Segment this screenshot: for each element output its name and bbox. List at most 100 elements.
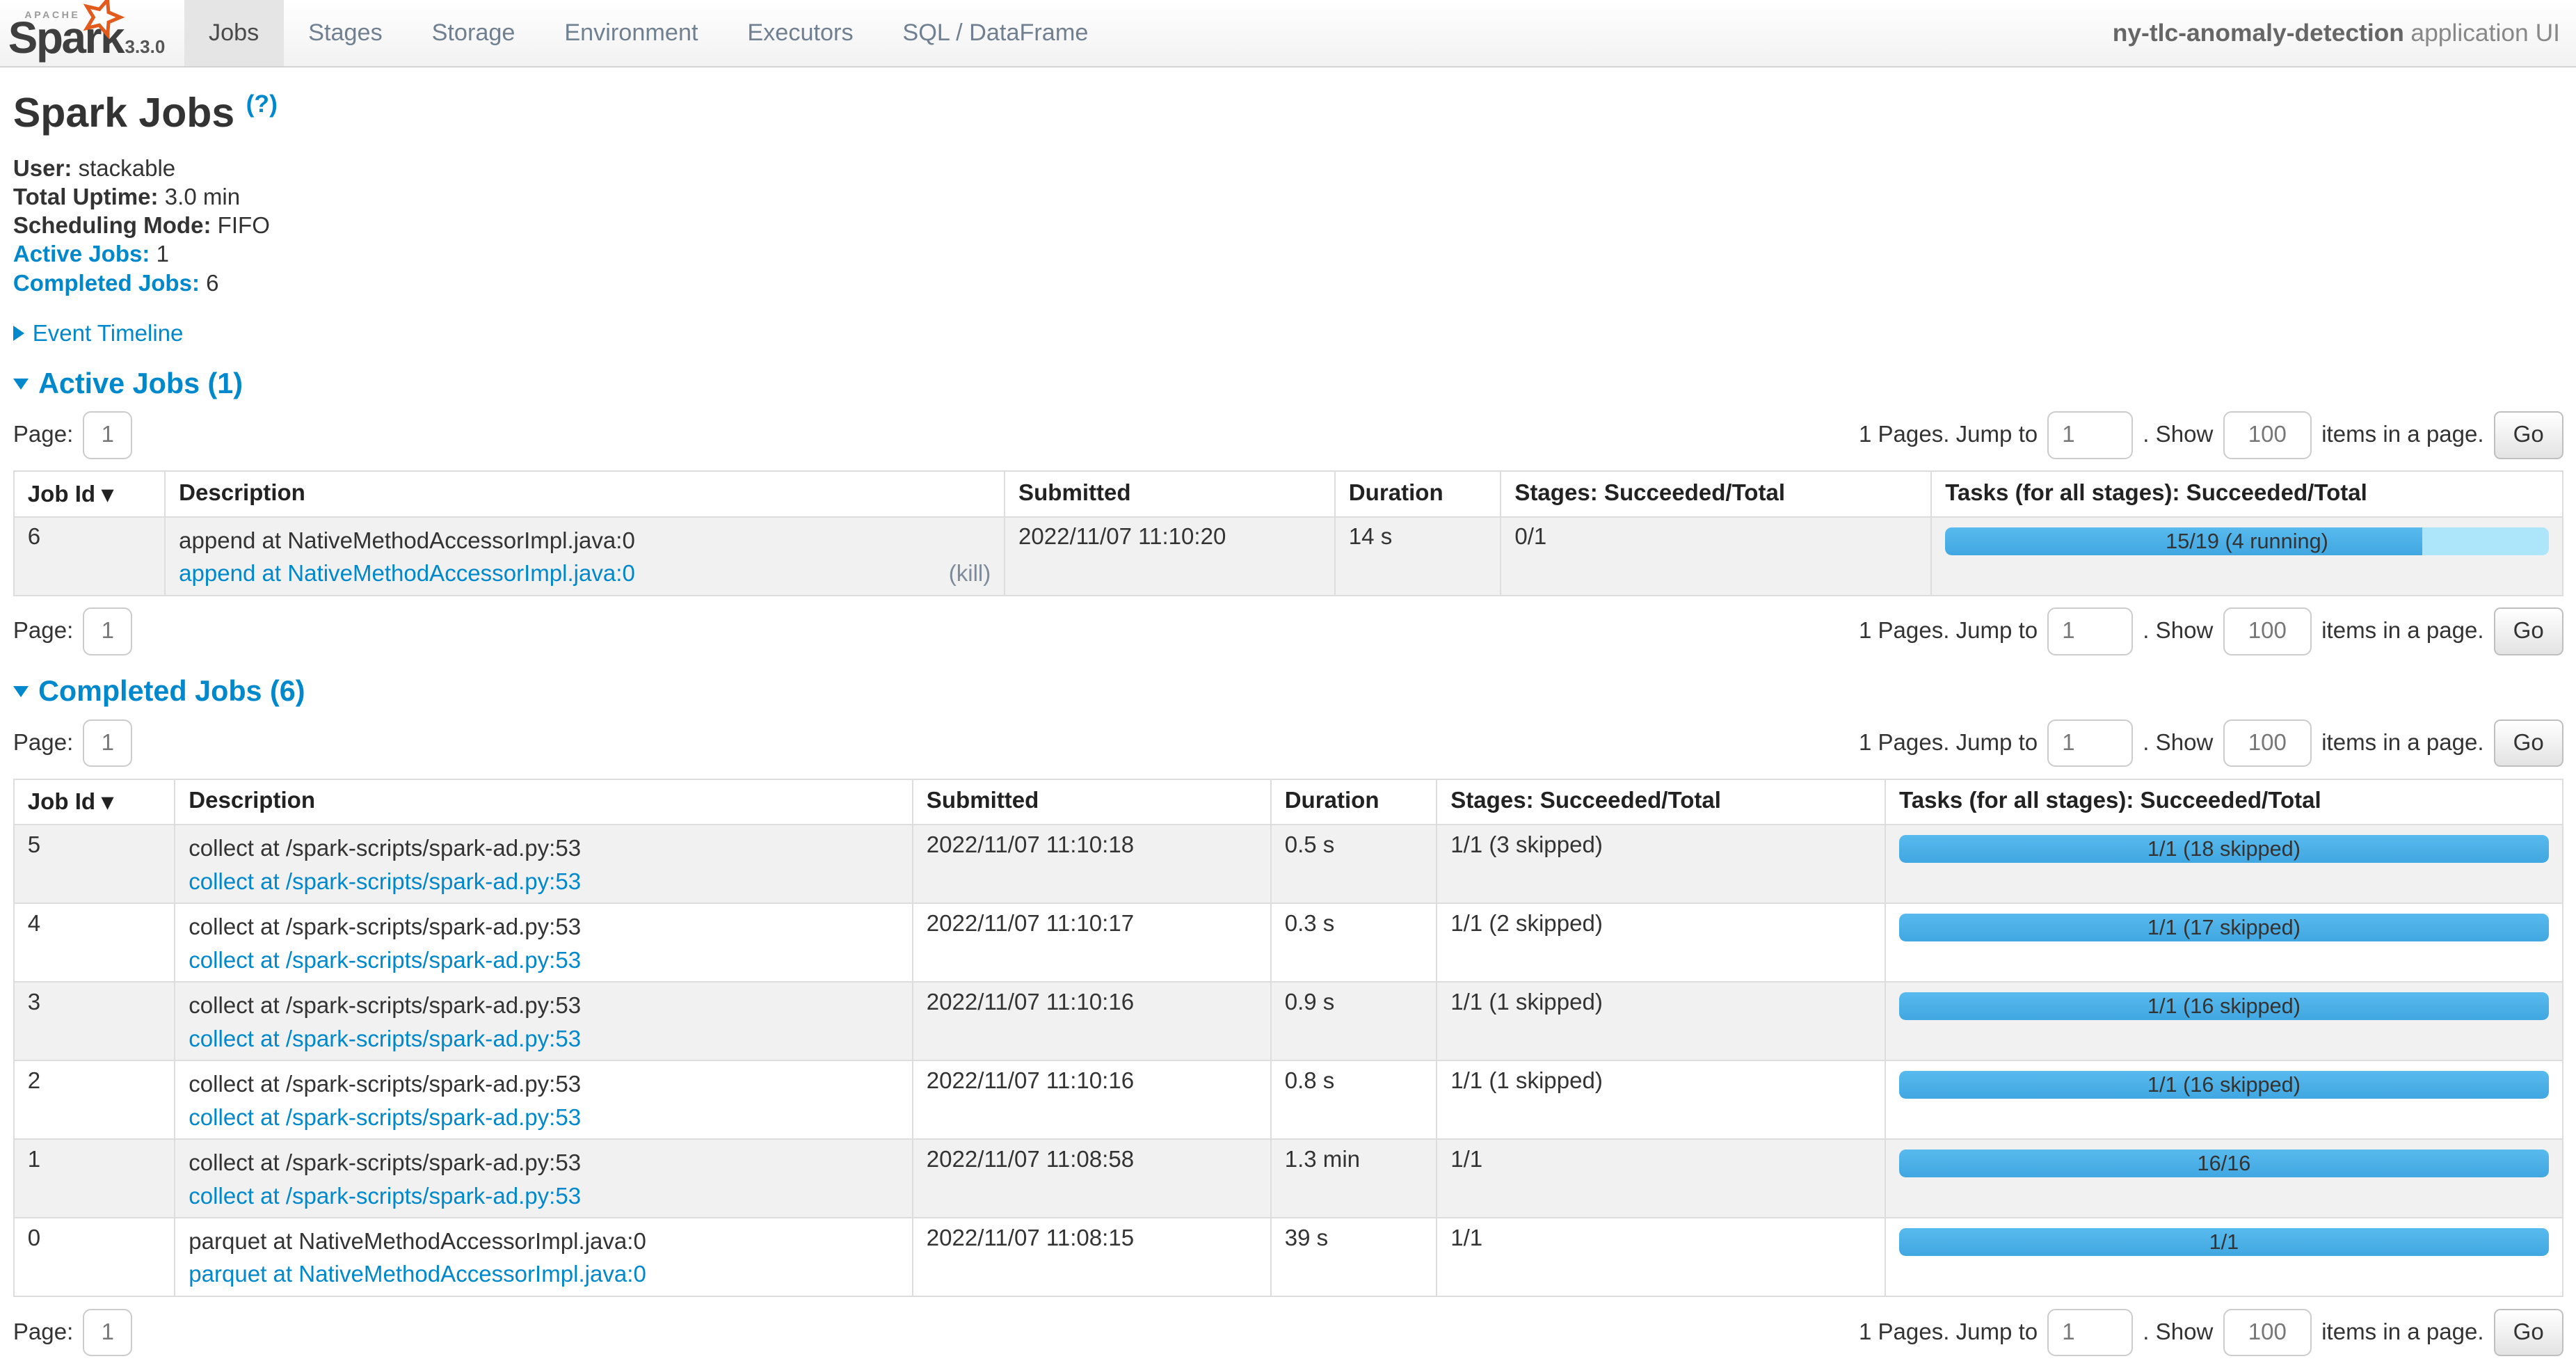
stages-cell: 1/1 (1437, 1139, 1885, 1218)
jump-to-input[interactable] (2047, 411, 2133, 459)
stages-cell: 1/1 (2 skipped) (1437, 903, 1885, 982)
go-button[interactable]: Go (2494, 411, 2563, 459)
job-id-cell: 5 (14, 825, 175, 903)
event-timeline-toggle[interactable]: Event Timeline (13, 321, 2563, 347)
submitted-cell: 2022/11/07 11:10:16 (913, 982, 1271, 1060)
column-header[interactable]: Job Id ▾ (14, 779, 175, 825)
column-header[interactable]: Description (175, 779, 913, 825)
job-description-link[interactable]: append at NativeMethodAccessorImpl.java:… (179, 560, 635, 588)
summary-value: 1 (150, 241, 169, 267)
tasks-cell: 15/19 (4 running) (1931, 517, 2562, 596)
app-title-suffix: application UI (2410, 19, 2560, 47)
column-header[interactable]: Description (165, 471, 1005, 517)
job-id-cell: 2 (14, 1060, 175, 1139)
submitted-cell: 2022/11/07 11:10:17 (913, 903, 1271, 982)
progress-label: 1/1 (17 skipped) (1899, 914, 2549, 941)
app-title: ny-tlc-anomaly-detection application UI (2113, 0, 2560, 65)
job-description-text: collect at /spark-scripts/spark-ad.py:53 (189, 989, 899, 1021)
job-id-cell: 6 (14, 517, 165, 596)
spark-logo[interactable]: APACHE Spark 3.3.0 (0, 0, 184, 66)
column-header[interactable]: Submitted (913, 779, 1271, 825)
page-label: Page: (13, 422, 73, 448)
active-jobs-label[interactable]: Active Jobs: (13, 241, 150, 267)
main-content: Spark Jobs (?) User: stackableTotal Upti… (0, 89, 2576, 1357)
submitted-cell: 2022/11/07 11:08:58 (913, 1139, 1271, 1218)
job-id-cell: 1 (14, 1139, 175, 1218)
job-description-cell: collect at /spark-scripts/spark-ad.py:53… (175, 903, 913, 982)
total-uptime-label: Total Uptime: (13, 184, 159, 210)
spark-version: 3.3.0 (125, 36, 166, 58)
go-button[interactable]: Go (2494, 719, 2563, 767)
job-description-link[interactable]: collect at /spark-scripts/spark-ad.py:53 (189, 1183, 581, 1211)
completed-jobs-table: Job Id ▾DescriptionSubmittedDurationStag… (13, 779, 2563, 1298)
stages-cell: 1/1 (1 skipped) (1437, 982, 1885, 1060)
job-description-text: collect at /spark-scripts/spark-ad.py:53 (189, 1068, 899, 1099)
completed-jobs-header[interactable]: Completed Jobs (6) (13, 675, 2563, 708)
column-header[interactable]: Tasks (for all stages): Succeeded/Total (1885, 779, 2563, 825)
tab-jobs[interactable]: Jobs (184, 0, 284, 66)
nav-tabs: JobsStagesStorageEnvironmentExecutorsSQL… (184, 0, 1113, 66)
duration-cell: 0.3 s (1271, 903, 1437, 982)
active-jobs-table: Job Id ▾DescriptionSubmittedDurationStag… (13, 470, 2563, 596)
progress-label: 1/1 (16 skipped) (1899, 1071, 2549, 1099)
column-header[interactable]: Duration (1335, 471, 1501, 517)
active-jobs-title: Active Jobs (1) (38, 367, 243, 399)
page-number-input[interactable] (83, 719, 132, 767)
tasks-cell: 1/1 (16 skipped) (1885, 982, 2563, 1060)
go-button[interactable]: Go (2494, 607, 2563, 655)
job-description-link[interactable]: parquet at NativeMethodAccessorImpl.java… (189, 1261, 646, 1289)
submitted-cell: 2022/11/07 11:10:16 (913, 1060, 1271, 1139)
show-items-input[interactable] (2223, 607, 2312, 655)
column-header[interactable]: Stages: Succeeded/Total (1501, 471, 1931, 517)
progress-label: 1/1 (16 skipped) (1899, 992, 2549, 1020)
page-number-input[interactable] (83, 411, 132, 459)
submitted-cell: 2022/11/07 11:08:15 (913, 1218, 1271, 1296)
column-header[interactable]: Submitted (1005, 471, 1335, 517)
pages-jump-text: 1 Pages. Jump to (1859, 422, 2038, 448)
job-description-link[interactable]: collect at /spark-scripts/spark-ad.py:53 (189, 947, 581, 975)
tasks-cell: 1/1 (16 skipped) (1885, 1060, 2563, 1139)
help-link[interactable]: (?) (246, 89, 278, 117)
summary-line: Scheduling Mode: FIFO (13, 212, 2563, 240)
stages-cell: 1/1 (3 skipped) (1437, 825, 1885, 903)
duration-cell: 1.3 min (1271, 1139, 1437, 1218)
page-number-input[interactable] (83, 607, 132, 655)
column-header[interactable]: Duration (1271, 779, 1437, 825)
show-items-input[interactable] (2223, 719, 2312, 767)
summary-value: stackable (72, 156, 175, 182)
jump-to-input[interactable] (2047, 719, 2133, 767)
summary-value: 6 (200, 271, 219, 296)
job-description-text: append at NativeMethodAccessorImpl.java:… (179, 524, 991, 555)
active-jobs-header[interactable]: Active Jobs (1) (13, 367, 2563, 400)
page-title: Spark Jobs (?) (13, 89, 2563, 136)
job-description-cell: collect at /spark-scripts/spark-ad.py:53… (175, 825, 913, 903)
column-header[interactable]: Stages: Succeeded/Total (1437, 779, 1885, 825)
summary-info: User: stackableTotal Uptime: 3.0 minSche… (13, 154, 2563, 299)
tasks-progress-bar: 16/16 (1899, 1150, 2549, 1177)
show-items-input[interactable] (2223, 411, 2312, 459)
page-label: Page: (13, 730, 73, 756)
show-text: . Show (2143, 1319, 2213, 1346)
expanded-arrow-icon (13, 686, 29, 697)
job-row: 5collect at /spark-scripts/spark-ad.py:5… (14, 825, 2563, 903)
tab-executors[interactable]: Executors (723, 0, 878, 66)
pagination-bar: Page: 1 Pages. Jump to . Show items in a… (13, 719, 2563, 767)
tab-sql-dataframe[interactable]: SQL / DataFrame (878, 0, 1113, 66)
column-header[interactable]: Tasks (for all stages): Succeeded/Total (1931, 471, 2562, 517)
kill-link[interactable]: (kill) (949, 560, 991, 588)
job-description-link[interactable]: collect at /spark-scripts/spark-ad.py:53 (189, 1026, 581, 1053)
completed-jobs-label[interactable]: Completed Jobs: (13, 271, 200, 296)
column-header[interactable]: Job Id ▾ (14, 471, 165, 517)
show-text: . Show (2143, 730, 2213, 756)
job-description-link[interactable]: collect at /spark-scripts/spark-ad.py:53 (189, 868, 581, 896)
tasks-progress-bar: 1/1 (16 skipped) (1899, 992, 2549, 1020)
items-per-page-text: items in a page. (2321, 618, 2483, 644)
tab-stages[interactable]: Stages (284, 0, 407, 66)
job-row: 0parquet at NativeMethodAccessorImpl.jav… (14, 1218, 2563, 1296)
tasks-cell: 16/16 (1885, 1139, 2563, 1218)
tab-environment[interactable]: Environment (540, 0, 723, 66)
job-description-link[interactable]: collect at /spark-scripts/spark-ad.py:53 (189, 1104, 581, 1132)
tab-storage[interactable]: Storage (407, 0, 540, 66)
jump-to-input[interactable] (2047, 607, 2133, 655)
summary-value: FIFO (211, 213, 269, 239)
